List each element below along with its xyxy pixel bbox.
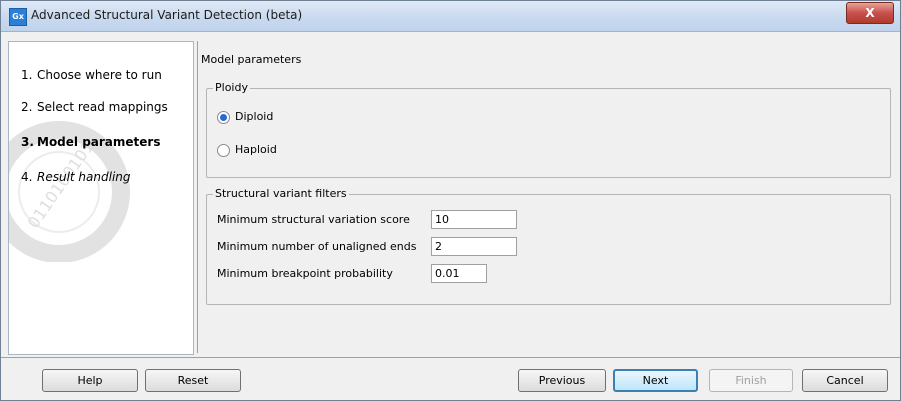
min-breakpoint-probability-input[interactable]: 0.01 [431, 264, 487, 283]
close-button[interactable]: X [846, 2, 894, 24]
structural-variant-filters-group: Structural variant filters Minimum struc… [206, 187, 891, 305]
radio-diploid-label: Diploid [235, 110, 274, 123]
filters-group-label: Structural variant filters [213, 187, 349, 200]
ploidy-group: Ploidy Diploid Haploid [206, 81, 891, 178]
min-sv-score-input[interactable]: 10 [431, 210, 517, 229]
previous-button[interactable]: Previous [518, 369, 606, 392]
step-choose-where-to-run: 1. Choose where to run [21, 68, 162, 82]
window-title: Advanced Structural Variant Detection (b… [31, 8, 303, 22]
step-result-handling: 4. Result handling [21, 170, 131, 184]
step-model-parameters: 3. Model parameters [21, 135, 161, 149]
finish-button[interactable]: Finish [709, 369, 793, 392]
radio-checked-icon [217, 111, 230, 124]
min-breakpoint-probability-label: Minimum breakpoint probability [217, 267, 393, 280]
cancel-button[interactable]: Cancel [802, 369, 888, 392]
wizard-content: 0110100101 1. Choose where to run 2. Selec… [8, 41, 893, 355]
ploidy-group-label: Ploidy [213, 81, 250, 94]
help-button[interactable]: Help [42, 369, 138, 392]
min-unaligned-ends-input[interactable]: 2 [431, 237, 517, 256]
title-bar: Gx Advanced Structural Variant Detection… [1, 1, 900, 32]
wizard-steps-sidebar: 0110100101 1. Choose where to run 2. Selec… [8, 41, 194, 355]
radio-unchecked-icon [217, 144, 230, 157]
page-title: Model parameters [201, 53, 302, 66]
min-unaligned-ends-label: Minimum number of unaligned ends [217, 240, 417, 253]
button-bar: Help Reset Previous Next Finish Cancel [1, 357, 900, 400]
dialog-window: Gx Advanced Structural Variant Detection… [0, 0, 901, 401]
reset-button[interactable]: Reset [145, 369, 241, 392]
min-sv-score-label: Minimum structural variation score [217, 213, 410, 226]
parameters-panel: Model parameters Ploidy Diploid Haploid … [197, 41, 893, 353]
next-button[interactable]: Next [613, 369, 698, 392]
step-select-read-mappings: 2. Select read mappings [21, 100, 168, 114]
radio-haploid-label: Haploid [235, 143, 277, 156]
app-logo-icon: Gx [9, 8, 27, 26]
